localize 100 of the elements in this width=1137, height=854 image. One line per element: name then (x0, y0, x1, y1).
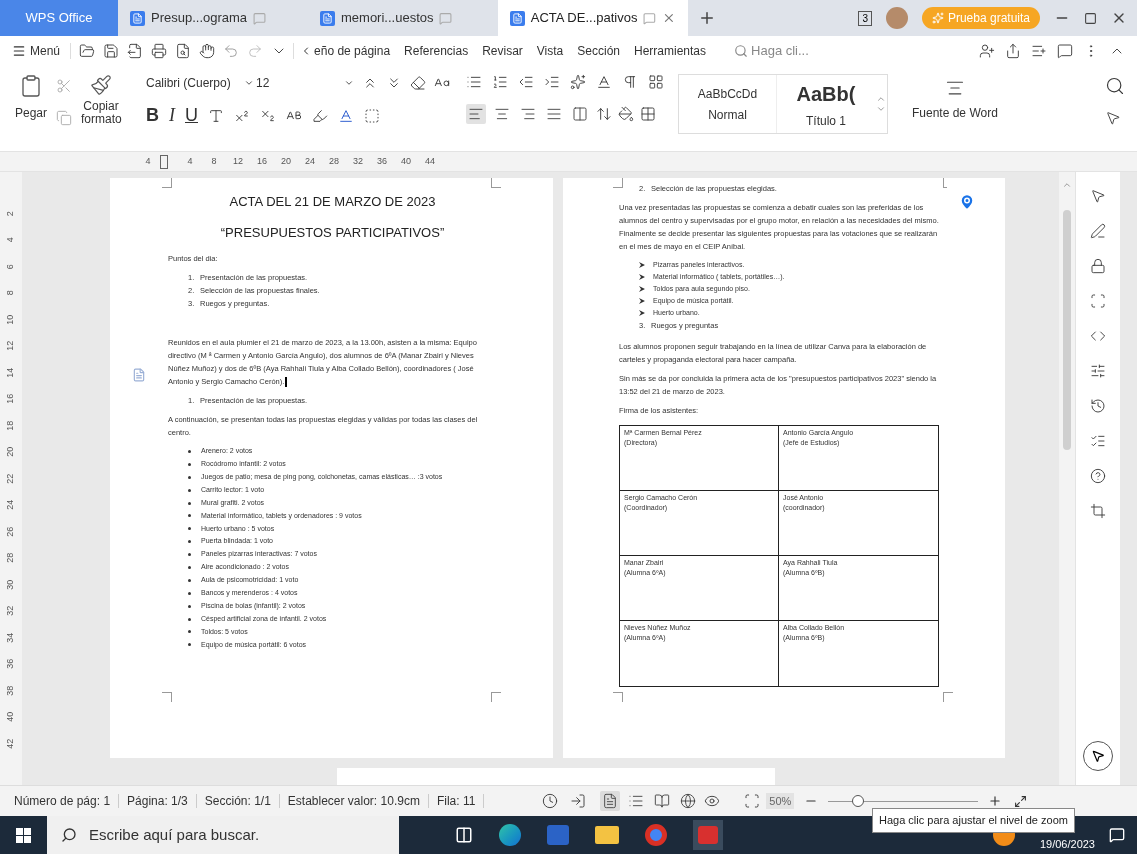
ruler-number: 8 (210, 154, 218, 168)
grid-icon[interactable] (648, 74, 664, 90)
zoom-in-icon[interactable] (988, 794, 1003, 808)
outdent-icon[interactable] (518, 74, 534, 90)
folder-icon[interactable] (79, 43, 96, 59)
pilcrow-icon[interactable] (622, 74, 638, 90)
ruler-number: 22 (4, 473, 17, 484)
restore-icon[interactable] (1084, 11, 1097, 25)
borders-icon[interactable] (640, 106, 656, 122)
clear-format-icon[interactable] (410, 75, 426, 91)
close-icon[interactable] (662, 11, 676, 25)
pointer-icon[interactable] (1090, 188, 1106, 204)
collaborate-icon[interactable] (979, 43, 995, 59)
preview-icon[interactable] (175, 43, 192, 59)
export-icon[interactable] (127, 43, 144, 59)
cloud-status-icon (643, 11, 657, 25)
document-icon (320, 10, 335, 26)
menu-item[interactable]: Vista (536, 42, 564, 60)
menu-item[interactable]: Referencias (404, 42, 469, 60)
ruler-number: 20 (280, 154, 292, 168)
menu-item[interactable]: Revisar (482, 42, 523, 60)
copy-format-button[interactable]: Copiar formato (78, 74, 124, 126)
menu-item[interactable]: Herramientas (634, 42, 707, 60)
document-tab[interactable]: memori...uestos (308, 0, 498, 36)
align-button[interactable] (466, 104, 486, 124)
list-icon[interactable] (1090, 433, 1106, 449)
window-count-badge[interactable]: 3 (858, 10, 872, 26)
zoom-thumb[interactable] (852, 795, 865, 807)
ruler-number: 8 (4, 290, 17, 296)
list-icon[interactable] (1031, 43, 1047, 59)
search-field[interactable]: Haga cli... (734, 41, 809, 61)
notifications-icon[interactable] (1109, 827, 1125, 843)
start-icon[interactable] (16, 827, 31, 843)
printer-icon[interactable] (151, 43, 168, 59)
status-item[interactable]: Sección: 1/1 (204, 792, 271, 810)
status-item[interactable]: Fila: 11 (436, 792, 476, 810)
tab-label: WPS Office (25, 9, 93, 28)
chrome-icon[interactable] (645, 824, 667, 846)
home-tab[interactable]: WPS Office (0, 0, 118, 36)
numbering-icon[interactable] (492, 74, 508, 90)
browser-icon[interactable] (499, 824, 521, 846)
style-option[interactable]: AaBbCcDd Normal (679, 75, 777, 133)
eye-icon[interactable] (704, 793, 721, 809)
new-tab-icon[interactable] (698, 9, 716, 27)
menu-button[interactable]: Menú (12, 42, 71, 60)
help-icon[interactable] (1090, 468, 1106, 484)
lock-icon[interactable] (1090, 258, 1106, 274)
bold-button[interactable]: B (146, 102, 159, 129)
ruler-number: 30 (4, 579, 17, 590)
arrow-bullet-icon (639, 286, 645, 292)
bullet-icon (188, 604, 191, 608)
search-placeholder: Haga cli... (751, 42, 809, 61)
font-color-icon[interactable] (338, 107, 354, 124)
word-font-button[interactable]: Fuente de Word (912, 78, 998, 122)
clipboard-icon (19, 74, 43, 98)
reading-icon[interactable] (542, 793, 559, 809)
history-icon[interactable] (1090, 398, 1106, 414)
underline-button[interactable]: U (185, 102, 198, 129)
font-select[interactable]: Calibri (Cuerpo) (146, 74, 236, 92)
ruler-number: 40 (400, 154, 412, 168)
cursor-button[interactable] (1083, 741, 1113, 771)
menu-item[interactable]: eño de página (314, 42, 391, 60)
status-item[interactable]: Página: 1/3 (127, 792, 188, 810)
select-icon[interactable] (1105, 110, 1121, 126)
size-select[interactable]: 12 (244, 74, 354, 92)
menu-item[interactable]: Sección (577, 42, 620, 60)
italic-button[interactable]: I (169, 102, 175, 129)
indent-marker-icon[interactable] (160, 154, 168, 169)
view-mode-button[interactable] (600, 791, 621, 811)
shading-icon[interactable] (618, 106, 634, 122)
status-item[interactable]: Establecer valor: 10.9cm (287, 792, 420, 810)
pen-icon[interactable] (1090, 223, 1106, 239)
fullscreen-icon[interactable] (1014, 794, 1028, 808)
save-icon[interactable] (103, 43, 120, 59)
task-view-icon[interactable] (455, 826, 473, 844)
taskbar-date[interactable]: 19/06/2023 (1039, 835, 1095, 852)
line-spacing-icon[interactable] (596, 106, 612, 122)
hand-icon[interactable] (199, 43, 216, 59)
scrollbar-thumb[interactable] (1063, 210, 1071, 450)
sliders-icon[interactable] (1090, 363, 1106, 379)
highlighter-icon[interactable] (312, 107, 328, 124)
output-icon[interactable] (570, 793, 587, 809)
share-icon[interactable] (1005, 43, 1021, 59)
find-icon[interactable] (1105, 76, 1125, 96)
style-option[interactable]: AaBb( Título 1 (777, 75, 875, 133)
crop-icon[interactable] (1090, 503, 1106, 519)
zoom-select[interactable]: 50% (766, 792, 795, 810)
code-icon[interactable] (1090, 328, 1106, 344)
indent-icon[interactable] (544, 74, 560, 90)
bullet-icon (188, 643, 191, 647)
document-tab[interactable]: ACTA DE...pativos (498, 0, 688, 36)
caret-icon (244, 78, 254, 88)
bullets-icon[interactable] (466, 74, 482, 90)
align-button[interactable] (570, 104, 590, 124)
zoom-slider[interactable] (828, 795, 979, 807)
comment-icon[interactable] (1057, 43, 1073, 59)
paste-button[interactable]: Pegar (12, 74, 50, 122)
taskbar-search-field[interactable]: Escribe aquí para buscar. (47, 816, 399, 854)
document-tab[interactable]: Presup...ograma (118, 0, 308, 36)
status-item[interactable]: Número de pág: 1 (14, 792, 111, 810)
